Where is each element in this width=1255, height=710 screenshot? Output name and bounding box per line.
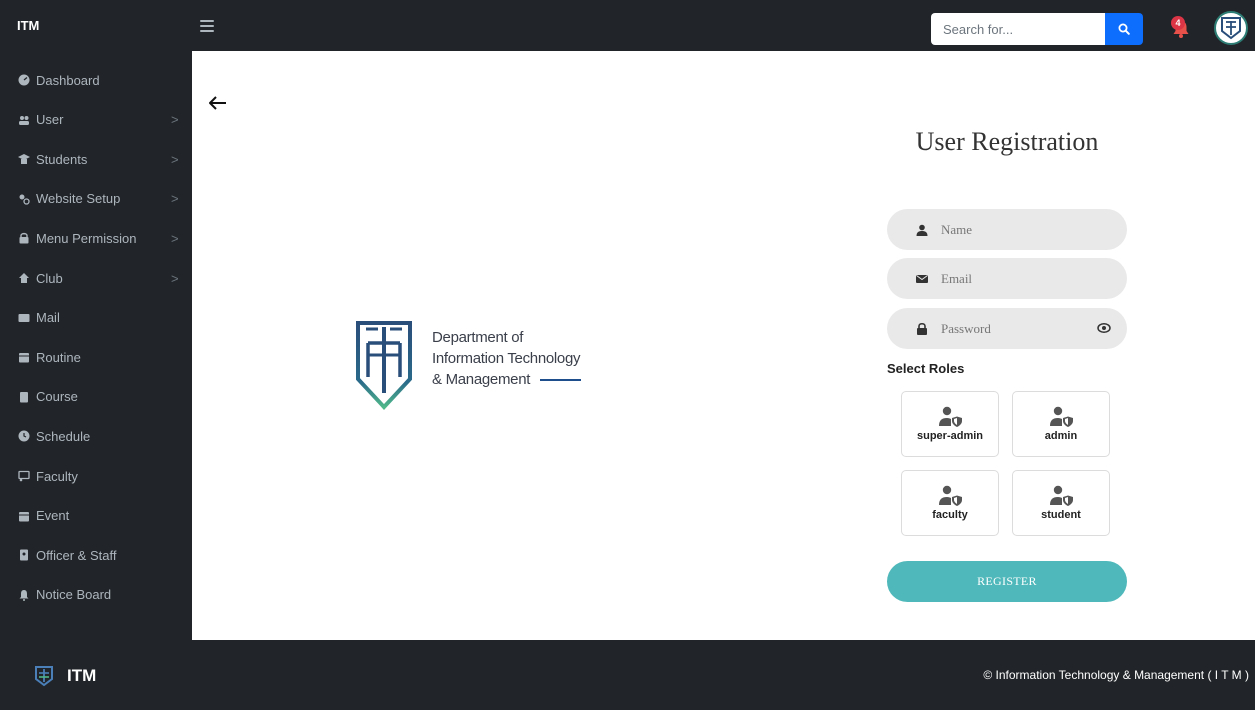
brand-title[interactable]: ITM <box>17 18 39 33</box>
back-arrow-icon[interactable] <box>208 95 228 111</box>
top-navbar: ITM 4 <box>0 0 1255 51</box>
logo-text: Department of Information Technology & M… <box>432 327 582 390</box>
sidebar-item-label: Menu Permission <box>36 230 137 246</box>
sidebar-item-user[interactable]: User > <box>0 104 192 136</box>
search-bar <box>931 13 1143 45</box>
envelope-icon <box>915 272 929 286</box>
role-super-admin[interactable]: super-admin <box>901 391 999 457</box>
sidebar: Dashboard User > Students > Website Setup > Men… <box>0 51 192 640</box>
lock-icon <box>19 233 29 244</box>
chevron-right-icon[interactable]: > <box>171 112 179 127</box>
calendar-icon <box>19 511 29 522</box>
role-faculty[interactable]: faculty <box>901 470 999 536</box>
footer: ITM © Information Technology & Managemen… <box>0 640 1255 710</box>
logo-line-2: Information Technology <box>432 350 581 367</box>
sidebar-toggle-icon[interactable] <box>200 20 214 32</box>
name-input[interactable] <box>941 221 1091 238</box>
password-input[interactable] <box>941 320 1091 337</box>
role-label: student <box>1041 509 1081 521</box>
users-icon <box>19 115 29 125</box>
sidebar-item-label: Notice Board <box>36 587 112 603</box>
user-shield-icon <box>1050 406 1073 427</box>
sidebar-item-label: Club <box>36 270 63 286</box>
sidebar-item-label: User <box>36 112 64 128</box>
clock-icon <box>18 430 30 442</box>
search-icon <box>1118 23 1130 35</box>
email-field[interactable] <box>887 258 1127 299</box>
sidebar-item-label: Schedule <box>36 428 91 444</box>
bell-icon <box>19 589 29 601</box>
role-label: admin <box>1044 430 1078 442</box>
sidebar-item-label: Website Setup <box>36 191 121 207</box>
notification-bell[interactable]: 4 <box>1168 16 1194 42</box>
itm-shield-logo-icon <box>356 321 412 410</box>
sidebar-item-students[interactable]: Students > <box>0 143 192 175</box>
role-admin[interactable]: admin <box>1012 391 1110 457</box>
search-input[interactable] <box>931 13 1105 45</box>
sidebar-item-label: Officer & Staff <box>36 547 117 563</box>
user-shield-icon <box>1050 485 1073 506</box>
sidebar-item-label: Course <box>36 389 78 405</box>
sidebar-item-label: Dashboard <box>36 72 100 88</box>
itm-logo-icon <box>1221 17 1241 40</box>
logo-line-3: & Management <box>432 369 582 390</box>
notification-badge: 4 <box>1171 16 1185 30</box>
sidebar-item-event[interactable]: Event <box>0 500 192 532</box>
select-roles-label: Select Roles <box>887 361 965 376</box>
role-student[interactable]: student <box>1012 470 1110 536</box>
sidebar-item-routine[interactable]: Routine <box>0 341 192 373</box>
gears-icon <box>19 194 30 205</box>
club-icon <box>19 273 29 283</box>
sidebar-item-label: Faculty <box>36 468 78 484</box>
sidebar-item-dashboard[interactable]: Dashboard <box>0 64 192 96</box>
user-shield-icon <box>939 406 962 427</box>
sidebar-item-label: Routine <box>36 349 81 365</box>
sidebar-item-course[interactable]: Course <box>0 381 192 413</box>
id-badge-icon <box>20 549 28 561</box>
sidebar-item-label: Mail <box>36 310 60 326</box>
chevron-right-icon[interactable]: > <box>171 152 179 167</box>
role-label: faculty <box>932 509 968 521</box>
lock-icon <box>915 322 929 336</box>
mail-icon <box>18 313 30 322</box>
department-logo: Department of Information Technology & M… <box>354 319 594 411</box>
logo-line-1: Department of <box>432 329 524 346</box>
user-shield-icon <box>939 485 962 506</box>
footer-brand: ITM <box>67 666 97 685</box>
sidebar-item-notice-board[interactable]: Notice Board <box>0 579 192 611</box>
footer-copyright: © Information Technology & Management ( … <box>983 668 1249 682</box>
sidebar-item-website-setup[interactable]: Website Setup > <box>0 183 192 215</box>
book-icon <box>20 391 28 403</box>
chevron-right-icon[interactable]: > <box>171 231 179 246</box>
eye-icon[interactable] <box>1097 321 1111 335</box>
itm-logo-icon <box>35 666 53 687</box>
role-label: super-admin <box>916 430 983 442</box>
name-field[interactable] <box>887 209 1127 250</box>
page-title: User Registration <box>915 127 1099 156</box>
chevron-right-icon[interactable]: > <box>171 191 179 206</box>
register-button[interactable]: REGISTER <box>887 561 1127 602</box>
sidebar-item-mail[interactable]: Mail <box>0 302 192 334</box>
user-avatar[interactable] <box>1214 11 1248 45</box>
sidebar-item-schedule[interactable]: Schedule <box>0 420 192 452</box>
sidebar-item-label: Event <box>36 508 70 524</box>
sidebar-item-menu-permission[interactable]: Menu Permission > <box>0 222 192 254</box>
dashboard-icon <box>18 74 30 86</box>
password-field[interactable] <box>887 308 1127 349</box>
user-icon <box>915 223 929 237</box>
sidebar-item-faculty[interactable]: Faculty <box>0 460 192 492</box>
search-button[interactable] <box>1105 13 1143 45</box>
sidebar-item-label: Students <box>36 151 88 167</box>
sidebar-item-officer-staff[interactable]: Officer & Staff <box>0 539 192 571</box>
sidebar-item-club[interactable]: Club > <box>0 262 192 294</box>
calendar-icon <box>19 353 29 363</box>
email-input[interactable] <box>941 270 1091 287</box>
main-content: Department of Information Technology & M… <box>192 51 1255 640</box>
graduate-icon <box>18 154 30 165</box>
chevron-right-icon[interactable]: > <box>171 271 179 286</box>
chalkboard-icon <box>18 470 30 482</box>
